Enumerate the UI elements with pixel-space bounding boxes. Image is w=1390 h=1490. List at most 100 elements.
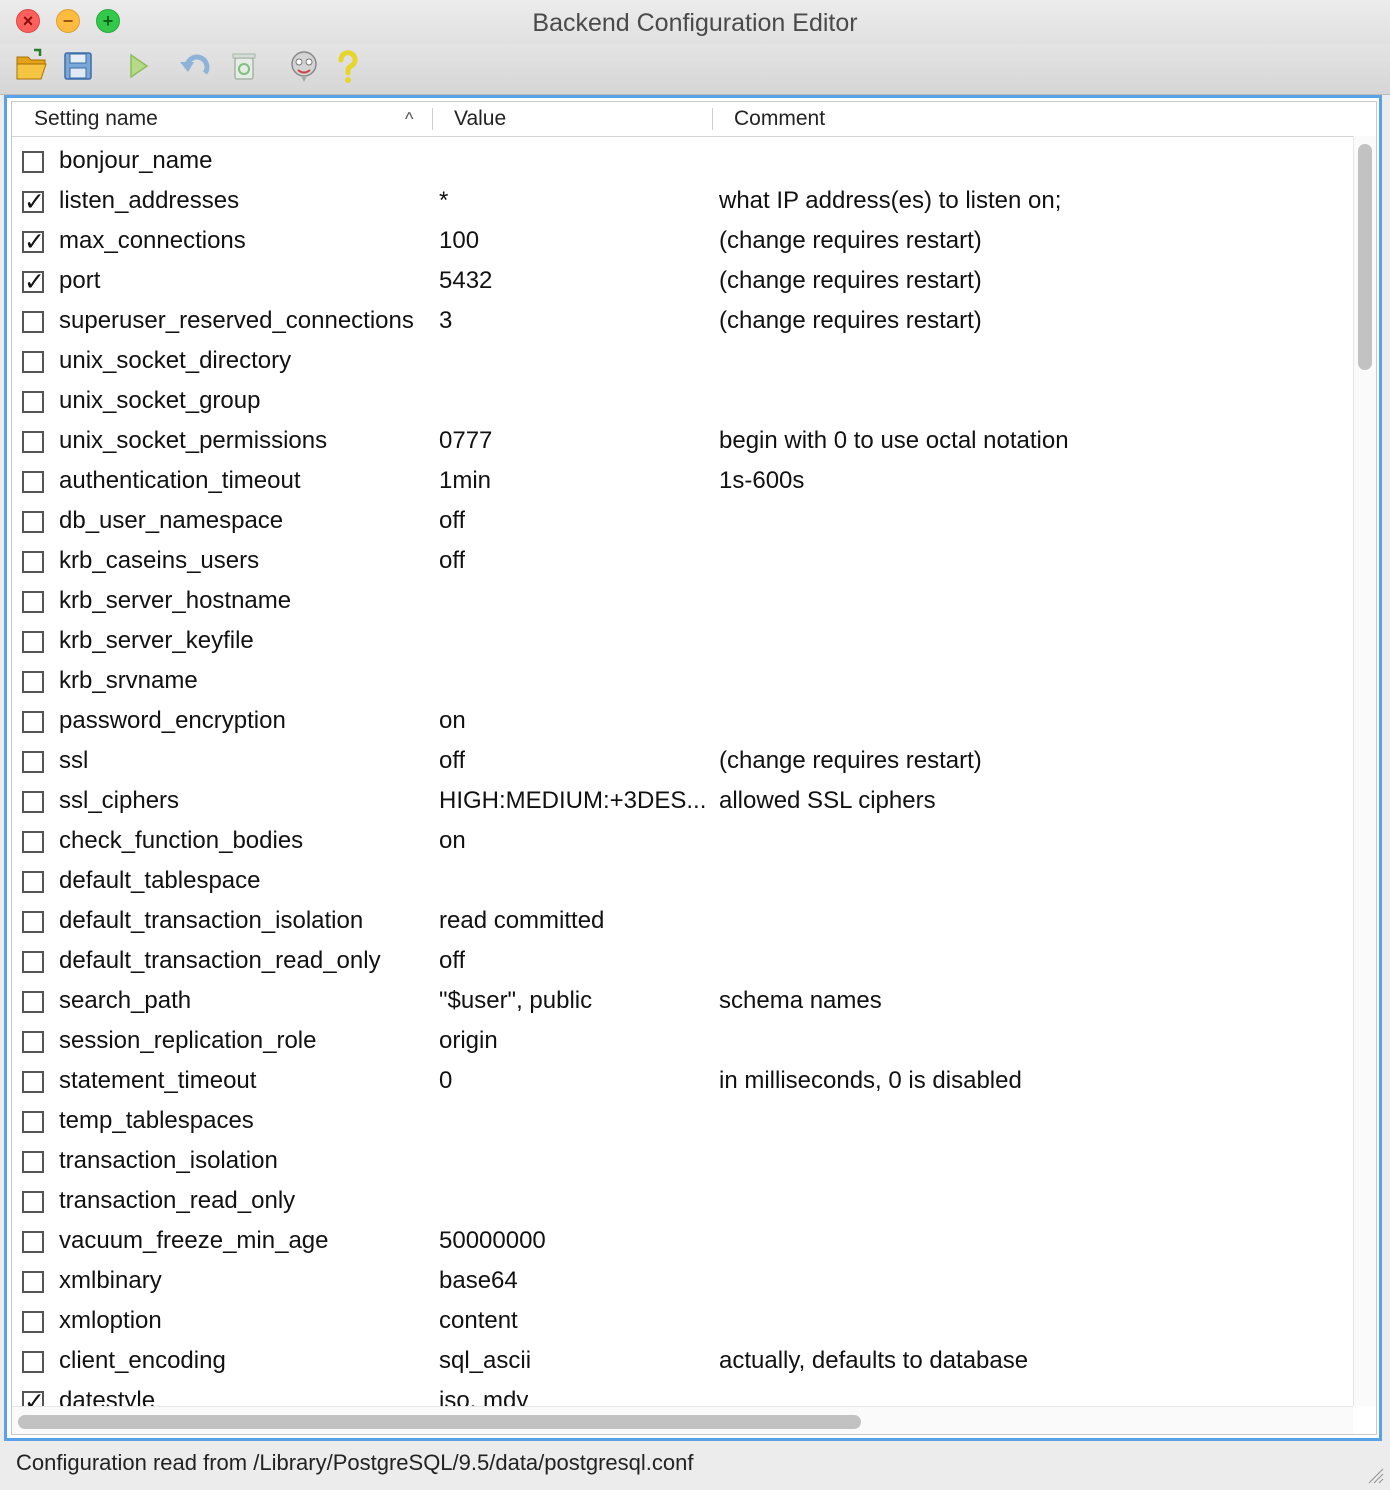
enable-checkbox[interactable] [22, 471, 44, 493]
vertical-scroll-thumb[interactable] [1358, 144, 1372, 370]
column-divider[interactable] [712, 108, 713, 130]
hint-icon [291, 51, 317, 82]
enable-checkbox[interactable] [22, 551, 44, 573]
table-row[interactable]: default_transaction_isolation read commit… [12, 904, 1352, 944]
enable-checkbox[interactable] [22, 1111, 44, 1133]
hint-button[interactable] [286, 48, 322, 84]
enable-checkbox[interactable] [22, 391, 44, 413]
enable-checkbox[interactable] [22, 791, 44, 813]
enable-checkbox[interactable] [22, 1071, 44, 1093]
enable-checkbox[interactable] [22, 311, 44, 333]
table-row[interactable]: statement_timeout 0 in milliseconds, 0 is … [12, 1064, 1352, 1104]
setting-name: listen_addresses [59, 187, 240, 214]
enable-checkbox[interactable] [22, 951, 44, 973]
table-row[interactable]: password_encryption on [12, 704, 1352, 744]
enable-checkbox[interactable] [22, 1031, 44, 1053]
open-button[interactable] [14, 48, 50, 84]
enable-checkbox[interactable] [22, 1151, 44, 1173]
table-row[interactable]: client_encoding sql_ascii actually, defaul… [12, 1344, 1352, 1384]
table-row[interactable]: xmlbinary base64 [12, 1264, 1352, 1304]
table-row[interactable]: ssl_ciphers HIGH:MEDIUM:+3DES... allowed S… [12, 784, 1352, 824]
enable-checkbox[interactable] [22, 1271, 44, 1293]
table-row[interactable]: vacuum_freeze_min_age 50000000 [12, 1224, 1352, 1264]
vertical-scrollbar[interactable] [1353, 136, 1376, 1406]
enable-checkbox[interactable] [22, 187, 45, 217]
table-row[interactable]: session_replication_role origin [12, 1024, 1352, 1064]
setting-name: check_function_bodies [59, 827, 304, 854]
save-button[interactable] [60, 48, 96, 84]
table-row[interactable]: search_path "$user", public schema names [12, 984, 1352, 1024]
horizontal-scroll-thumb[interactable] [18, 1415, 861, 1429]
enable-checkbox[interactable] [22, 671, 44, 693]
enable-checkbox[interactable] [22, 751, 44, 773]
table-row[interactable]: bonjour_name [12, 144, 1352, 184]
setting-value: base64 [439, 1267, 518, 1294]
setting-value: * [439, 187, 449, 214]
table-row[interactable]: transaction_isolation [12, 1144, 1352, 1184]
enable-checkbox[interactable] [22, 267, 45, 297]
setting-comment: allowed SSL ciphers [719, 787, 936, 814]
open-folder-icon [16, 48, 47, 80]
setting-comment: 1s-600s [719, 467, 805, 494]
table-row[interactable]: authentication_timeout 1min 1s-600s [12, 464, 1352, 504]
setting-value: off [439, 547, 466, 574]
enable-checkbox[interactable] [22, 151, 44, 173]
enable-checkbox[interactable] [22, 591, 44, 613]
enable-checkbox[interactable] [22, 911, 44, 933]
enable-checkbox[interactable] [22, 991, 44, 1013]
enable-checkbox[interactable] [22, 1191, 44, 1213]
table-row[interactable]: default_transaction_read_only off [12, 944, 1352, 984]
resize-grip-icon[interactable] [1364, 1464, 1384, 1484]
table-row[interactable]: db_user_namespace off [12, 504, 1352, 544]
column-divider[interactable] [432, 108, 433, 130]
enable-checkbox[interactable] [22, 1351, 44, 1373]
undo-button[interactable] [178, 48, 214, 84]
table-row[interactable]: ssl off (change requires restart) [12, 744, 1352, 784]
enable-checkbox[interactable] [22, 351, 44, 373]
status-text: Configuration read from /Library/Postgre… [16, 1450, 694, 1475]
enable-checkbox[interactable] [22, 1311, 44, 1333]
enable-checkbox[interactable] [22, 511, 44, 533]
table-row[interactable]: superuser_reserved_connections 3 (change r… [12, 304, 1352, 344]
table-row[interactable]: unix_socket_permissions 0777 begin with 0 … [12, 424, 1352, 464]
settings-panel: Setting name ^ Value Comment bonjour_nam… [4, 95, 1382, 1441]
table-row[interactable]: temp_tablespaces [12, 1104, 1352, 1144]
run-button[interactable] [120, 48, 156, 84]
table-row[interactable]: listen_addresses * what IP address(es) to … [12, 184, 1352, 224]
setting-value: 0 [439, 1067, 453, 1094]
table-row[interactable]: default_tablespace [12, 864, 1352, 904]
save-icon [64, 52, 92, 80]
table-row[interactable]: max_connections 100 (change requires resta… [12, 224, 1352, 264]
table-row[interactable]: krb_caseins_users off [12, 544, 1352, 584]
table-row[interactable]: transaction_read_only [12, 1184, 1352, 1224]
setting-name: port [59, 267, 101, 294]
setting-name: default_transaction_read_only [59, 947, 381, 974]
column-header-setting-name[interactable]: Setting name [34, 102, 424, 136]
column-header-value[interactable]: Value [454, 102, 704, 136]
sort-ascending-icon[interactable]: ^ [405, 102, 413, 136]
table-row[interactable]: unix_socket_directory [12, 344, 1352, 384]
enable-checkbox[interactable] [22, 871, 44, 893]
delete-button[interactable] [226, 48, 262, 84]
setting-name: unix_socket_permissions [59, 427, 328, 454]
setting-name: krb_srvname [59, 667, 198, 694]
enable-checkbox[interactable] [22, 631, 44, 653]
enable-checkbox[interactable] [22, 227, 45, 257]
table-row[interactable]: xmloption content [12, 1304, 1352, 1344]
enable-checkbox[interactable] [22, 711, 44, 733]
table-row[interactable]: krb_server_hostname [12, 584, 1352, 624]
help-button[interactable] [330, 48, 366, 84]
setting-value: 3 [439, 307, 453, 334]
table-row[interactable]: krb_server_keyfile [12, 624, 1352, 664]
table-row[interactable]: krb_srvname [12, 664, 1352, 704]
column-header-comment[interactable]: Comment [734, 102, 1134, 136]
table-row[interactable]: unix_socket_group [12, 384, 1352, 424]
horizontal-scrollbar[interactable] [12, 1406, 1353, 1434]
setting-comment: (change requires restart) [719, 267, 982, 294]
enable-checkbox[interactable] [22, 831, 44, 853]
table-row[interactable]: port 5432 (change requires restart) [12, 264, 1352, 304]
setting-name: search_path [59, 987, 192, 1014]
enable-checkbox[interactable] [22, 1231, 44, 1253]
table-row[interactable]: check_function_bodies on [12, 824, 1352, 864]
enable-checkbox[interactable] [22, 431, 44, 453]
